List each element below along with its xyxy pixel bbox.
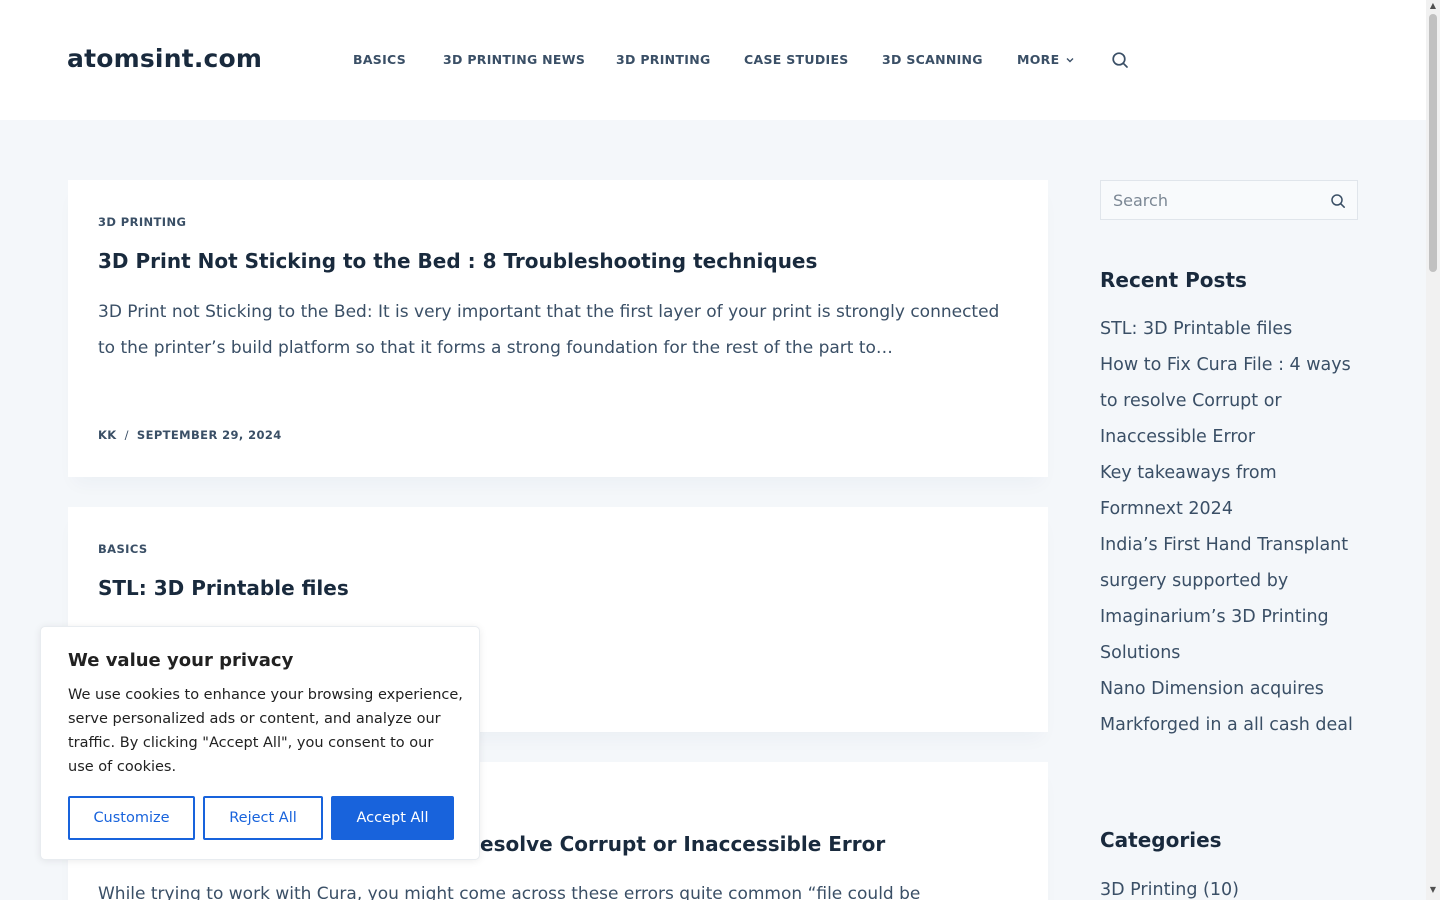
site-logo[interactable]: atomsint.com xyxy=(67,44,262,73)
site-header: atomsint.com BASICS 3D PRINTING NEWS 3D … xyxy=(0,0,1426,120)
post-excerpt: 3D Print not Sticking to the Bed: It is … xyxy=(98,302,1000,358)
post-title[interactable]: esolve Corrupt or Inaccessible Error xyxy=(480,832,885,856)
post-author[interactable]: KK xyxy=(98,428,117,442)
post-meta: KK / SEPTEMBER 29, 2024 xyxy=(98,428,282,442)
sidebar-search xyxy=(1100,180,1358,220)
cookie-title: We value your privacy xyxy=(68,650,294,671)
recent-post-link[interactable]: STL: 3D Printable files xyxy=(1100,311,1362,347)
post-category[interactable]: 3D PRINTING xyxy=(98,215,186,229)
page-scrollbar[interactable]: ▲ ▼ xyxy=(1426,0,1440,900)
post-title[interactable]: 3D Print Not Sticking to the Bed : 8 Tro… xyxy=(98,249,817,273)
categories-heading: Categories xyxy=(1100,828,1222,852)
meta-separator: / xyxy=(124,428,129,442)
nav-item-3d-printing-news[interactable]: 3D PRINTING NEWS xyxy=(443,52,585,67)
post-category[interactable]: BASICS xyxy=(98,542,148,556)
search-input[interactable] xyxy=(1101,181,1311,219)
scrollbar-thumb[interactable] xyxy=(1429,14,1437,272)
search-icon[interactable] xyxy=(1111,51,1129,69)
post-card: 3D PRINTING 3D Print Not Sticking to the… xyxy=(68,180,1048,477)
nav-item-3d-printing[interactable]: 3D PRINTING xyxy=(616,52,711,67)
scroll-up-arrow-icon[interactable]: ▲ xyxy=(1429,2,1437,10)
post-date: SEPTEMBER 29, 2024 xyxy=(136,428,282,442)
search-icon[interactable] xyxy=(1330,193,1346,209)
accept-all-button[interactable]: Accept All xyxy=(331,796,454,840)
chevron-down-icon xyxy=(1066,57,1074,62)
cookie-consent-banner: We value your privacy We use cookies to … xyxy=(40,626,480,860)
recent-post-link[interactable]: Key takeaways from Formnext 2024 xyxy=(1100,455,1362,527)
recent-post-link[interactable]: India’s First Hand Transplant surgery su… xyxy=(1100,527,1362,671)
reject-all-button[interactable]: Reject All xyxy=(203,796,323,840)
nav-more-label: MORE xyxy=(1017,52,1060,67)
cookie-message: We use cookies to enhance your browsing … xyxy=(68,687,463,775)
scroll-down-arrow-icon[interactable]: ▼ xyxy=(1429,886,1437,894)
nav-item-basics[interactable]: BASICS xyxy=(353,52,406,67)
post-excerpt: While trying to work with Cura, you migh… xyxy=(98,884,921,900)
nav-item-3d-scanning[interactable]: 3D SCANNING xyxy=(882,52,983,67)
recent-posts-heading: Recent Posts xyxy=(1100,268,1247,292)
recent-post-link[interactable]: How to Fix Cura File : 4 ways to resolve… xyxy=(1100,347,1362,455)
nav-item-case-studies[interactable]: CASE STUDIES xyxy=(744,52,849,67)
nav-item-more[interactable]: MORE xyxy=(1017,52,1075,67)
post-title[interactable]: STL: 3D Printable files xyxy=(98,576,349,600)
recent-posts-list: STL: 3D Printable files How to Fix Cura … xyxy=(1100,311,1362,743)
customize-button[interactable]: Customize xyxy=(68,796,195,840)
category-link[interactable]: 3D Printing (10) xyxy=(1100,872,1239,900)
recent-post-link[interactable]: Nano Dimension acquires Markforged in a … xyxy=(1100,671,1362,743)
